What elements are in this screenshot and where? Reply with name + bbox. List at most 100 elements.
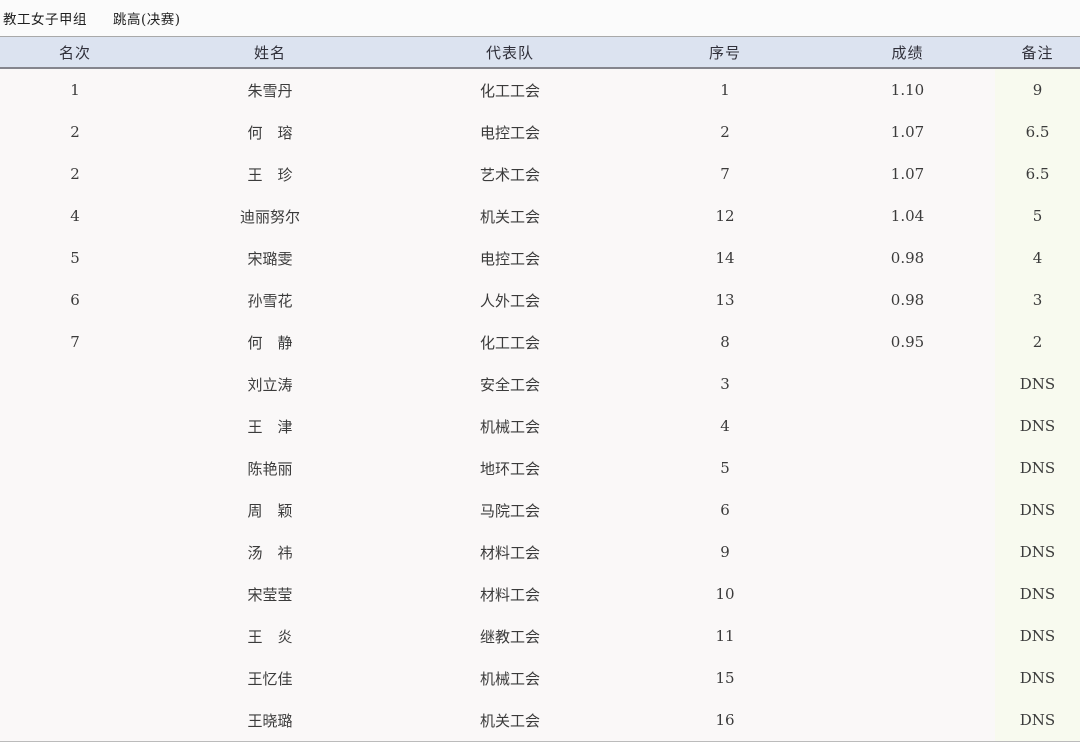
rank-cell: 6	[0, 279, 150, 321]
table-row: 4迪丽努尔机关工会121.045	[0, 195, 1080, 237]
table-header: 名次 姓名 代表队 序号 成绩 备注	[0, 37, 1080, 69]
table-row: 7何 静化工工会80.952	[0, 321, 1080, 363]
result-cell: 1.07	[820, 153, 995, 195]
team-cell: 艺术工会	[390, 153, 630, 195]
name-cell: 周 颖	[150, 489, 390, 531]
note-cell: DNS	[995, 363, 1080, 405]
table-row: 1朱雪丹化工工会11.109	[0, 68, 1080, 111]
event-group-label: 教工女子甲组	[3, 8, 87, 28]
result-cell: 0.98	[820, 237, 995, 279]
name-cell: 王晓璐	[150, 699, 390, 742]
note-cell: 4	[995, 237, 1080, 279]
result-cell	[820, 657, 995, 699]
table-row: 王忆佳机械工会15 DNS	[0, 657, 1080, 699]
team-cell: 机械工会	[390, 657, 630, 699]
rank-cell	[0, 447, 150, 489]
header-result: 成绩	[820, 37, 995, 69]
table-body: 1朱雪丹化工工会11.1092何 瑢电控工会21.076.52王 珍艺术工会71…	[0, 68, 1080, 742]
header-bib: 序号	[630, 37, 820, 69]
table-row: 刘立涛安全工会3DNS	[0, 363, 1080, 405]
name-cell: 何 静	[150, 321, 390, 363]
result-cell: 1.07	[820, 111, 995, 153]
table-row: 宋莹莹材料工会10DNS	[0, 573, 1080, 615]
note-cell: DNS	[995, 573, 1080, 615]
team-cell: 机关工会	[390, 699, 630, 742]
bib-cell: 10	[630, 573, 820, 615]
rank-cell: 5	[0, 237, 150, 279]
header-row: 名次 姓名 代表队 序号 成绩 备注	[0, 37, 1080, 69]
note-cell: DNS	[995, 531, 1080, 573]
rank-cell	[0, 363, 150, 405]
bib-cell: 12	[630, 195, 820, 237]
team-cell: 机械工会	[390, 405, 630, 447]
team-cell: 马院工会	[390, 489, 630, 531]
bib-cell: 8	[630, 321, 820, 363]
team-cell: 安全工会	[390, 363, 630, 405]
rank-cell	[0, 405, 150, 447]
header-note: 备注	[995, 37, 1080, 69]
bib-cell: 1	[630, 68, 820, 111]
result-cell	[820, 531, 995, 573]
name-cell: 汤 祎	[150, 531, 390, 573]
name-cell: 迪丽努尔	[150, 195, 390, 237]
rank-cell: 7	[0, 321, 150, 363]
name-cell: 王 炎	[150, 615, 390, 657]
team-cell: 地环工会	[390, 447, 630, 489]
result-cell	[820, 447, 995, 489]
team-cell: 人外工会	[390, 279, 630, 321]
table-row: 陈艳丽地环工会5DNS	[0, 447, 1080, 489]
table-row: 6孙雪花人外工会130.983	[0, 279, 1080, 321]
table-row: 5宋璐雯电控工会140.984	[0, 237, 1080, 279]
bib-cell: 2	[630, 111, 820, 153]
bib-cell: 7	[630, 153, 820, 195]
result-cell: 1.04	[820, 195, 995, 237]
bib-cell: 4	[630, 405, 820, 447]
header-rank: 名次	[0, 37, 150, 69]
result-cell: 0.98	[820, 279, 995, 321]
header-name: 姓名	[150, 37, 390, 69]
result-cell	[820, 699, 995, 742]
team-cell: 继教工会	[390, 615, 630, 657]
result-cell	[820, 363, 995, 405]
name-cell: 王 珍	[150, 153, 390, 195]
table-row: 2何 瑢电控工会21.076.5	[0, 111, 1080, 153]
result-cell	[820, 615, 995, 657]
rank-cell	[0, 699, 150, 742]
rank-cell	[0, 573, 150, 615]
note-cell: 5	[995, 195, 1080, 237]
bib-cell: 13	[630, 279, 820, 321]
note-cell: 3	[995, 279, 1080, 321]
results-table: 名次 姓名 代表队 序号 成绩 备注 1朱雪丹化工工会11.1092何 瑢电控工…	[0, 36, 1080, 742]
table-row: 周 颖马院工会6DNS	[0, 489, 1080, 531]
note-cell: 9	[995, 68, 1080, 111]
note-cell: DNS	[995, 405, 1080, 447]
name-cell: 宋璐雯	[150, 237, 390, 279]
note-cell: DNS	[995, 615, 1080, 657]
note-cell: DNS	[995, 489, 1080, 531]
rank-cell	[0, 489, 150, 531]
name-cell: 朱雪丹	[150, 68, 390, 111]
result-cell: 0.95	[820, 321, 995, 363]
table-row: 王 津机械工会4 DNS	[0, 405, 1080, 447]
team-cell: 化工工会	[390, 321, 630, 363]
rank-cell: 1	[0, 68, 150, 111]
result-cell: 1.10	[820, 68, 995, 111]
bib-cell: 15	[630, 657, 820, 699]
note-cell: 6.5	[995, 153, 1080, 195]
name-cell: 王 津	[150, 405, 390, 447]
rank-cell: 2	[0, 111, 150, 153]
rank-cell	[0, 657, 150, 699]
team-cell: 电控工会	[390, 237, 630, 279]
table-row: 2王 珍艺术工会71.076.5	[0, 153, 1080, 195]
name-cell: 孙雪花	[150, 279, 390, 321]
name-cell: 陈艳丽	[150, 447, 390, 489]
bib-cell: 5	[630, 447, 820, 489]
note-cell: DNS	[995, 657, 1080, 699]
result-cell	[820, 489, 995, 531]
page-title: 教工女子甲组 跳高(决赛)	[0, 0, 1080, 36]
bib-cell: 16	[630, 699, 820, 742]
result-cell	[820, 573, 995, 615]
rank-cell	[0, 531, 150, 573]
note-cell: 6.5	[995, 111, 1080, 153]
name-cell: 王忆佳	[150, 657, 390, 699]
